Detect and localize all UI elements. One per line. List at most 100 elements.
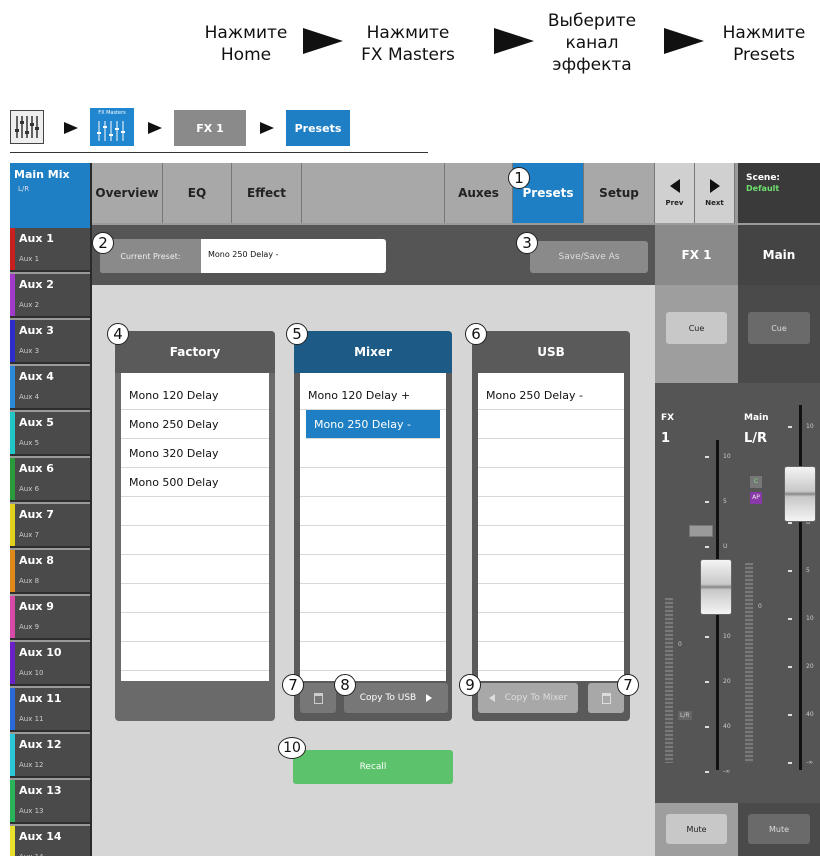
preset-empty-row[interactable] [478,584,624,613]
aux-color-bar [10,550,15,592]
preset-list-item[interactable]: Mono 250 Delay [121,410,269,439]
aux-sub: Aux 10 [19,669,44,677]
scene-label: Scene: [746,173,781,183]
preset-empty-row[interactable] [478,526,624,555]
aux-sub: Aux 2 [19,301,40,309]
main-fader-knob[interactable] [784,466,816,522]
aux-label: Aux 4 [19,370,54,383]
scale-tick [705,636,709,638]
preset-empty-row[interactable] [300,584,446,613]
preset-empty-row[interactable] [121,555,269,584]
factory-panel: Factory Mono 120 Delay Mono 250 Delay Mono… [115,331,275,721]
sidebar-item-aux[interactable]: Aux 10 Aux 10 [10,642,90,686]
preset-empty-row[interactable] [121,613,269,642]
preset-list-item[interactable]: Mono 120 Delay [121,381,269,410]
prev-button[interactable]: Prev [655,163,695,223]
sidebar-item-aux[interactable]: Aux 8 Aux 8 [10,550,90,594]
copy-to-usb-button[interactable]: Copy To USB [344,683,448,713]
preset-empty-row[interactable] [478,613,624,642]
sidebar-item-aux[interactable]: Aux 6 Aux 6 [10,458,90,502]
preset-empty-row[interactable] [478,410,624,439]
fx-name-line2: 1 [661,431,671,446]
preset-empty-row[interactable] [300,555,446,584]
breadcrumb-presets[interactable]: Presets [286,110,350,146]
aux-label: Aux 13 [19,784,62,797]
fx-fader-knob[interactable] [700,559,732,615]
scale-label: 10 [806,615,814,622]
fx-channel-title[interactable]: FX 1 [655,225,738,285]
fx-mute-button[interactable]: Mute [666,814,727,844]
preset-empty-row[interactable] [478,555,624,584]
scale-tick [788,714,792,716]
sidebar-item-aux[interactable]: Aux 13 Aux 13 [10,780,90,824]
aux-sub: Aux 12 [19,761,44,769]
sidebar-item-aux[interactable]: Aux 9 Aux 9 [10,596,90,640]
aux-label: Aux 7 [19,508,54,521]
tab-setup[interactable]: Setup [584,163,655,223]
aux-color-bar [10,412,15,454]
callout-7b: 7 [617,674,639,696]
scale-tick [705,771,709,773]
preset-empty-row[interactable] [300,468,446,497]
breadcrumb-fx-masters[interactable]: FX Masters [90,108,134,146]
main-channel-title[interactable]: Main [738,225,820,285]
tab-effect[interactable]: Effect [232,163,302,223]
preset-empty-row[interactable] [121,497,269,526]
preset-list-item[interactable]: Mono 120 Delay + [300,381,446,410]
recall-button[interactable]: Recall [293,750,453,784]
breadcrumb-fx1[interactable]: FX 1 [174,110,246,146]
main-cue-button[interactable]: Cue [748,312,810,344]
main-mix-sub: L/R [18,185,30,193]
delete-mixer-button[interactable] [300,683,336,713]
preset-empty-row[interactable] [121,584,269,613]
sidebar-item-aux[interactable]: Aux 1 Aux 1 [10,228,90,272]
preset-list-item[interactable]: Mono 250 Delay - [306,410,440,439]
save-button[interactable]: Save/Save As [530,241,648,273]
home-mixer-icon[interactable] [10,110,44,144]
sidebar-item-aux[interactable]: Aux 5 Aux 5 [10,412,90,456]
fx-cue-button[interactable]: Cue [666,312,727,344]
sidebar-item-aux[interactable]: Aux 11 Aux 11 [10,688,90,732]
preset-list-item[interactable]: Mono 320 Delay [121,439,269,468]
sidebar-item-aux[interactable]: Aux 14Aux 14 [10,826,90,856]
preset-list-item[interactable]: Mono 250 Delay - [478,381,624,410]
mixer-screen: Main Mix L/R Aux 1 Aux 1 Aux 2 Aux 2 Aux 3 Au… [10,163,820,856]
preset-list-item[interactable]: Mono 500 Delay [121,468,269,497]
preset-empty-row[interactable] [478,439,624,468]
sidebar-item-aux[interactable]: Aux 3 Aux 3 [10,320,90,364]
aux-sub: Aux 3 [19,347,40,355]
main-mute-button[interactable]: Mute [748,814,810,844]
main-mix-label: Main Mix [14,168,70,181]
next-button[interactable]: Next [695,163,735,223]
preset-empty-row[interactable] [300,642,446,671]
copy-to-mixer-button[interactable]: Copy To Mixer [478,683,578,713]
preset-empty-row[interactable] [478,642,624,671]
breadcrumb-underline [10,152,428,153]
tab-eq[interactable]: EQ [163,163,232,223]
next-label: Next [705,199,724,207]
preset-empty-row[interactable] [300,526,446,555]
callout-2: 2 [92,232,114,254]
preset-empty-row[interactable] [300,439,446,468]
sidebar-item-aux[interactable]: Aux 7 Aux 7 [10,504,90,548]
scene-box[interactable]: Scene: Default [738,163,820,223]
sidebar-item-aux[interactable]: Aux 12 Aux 12 [10,734,90,778]
current-preset-field[interactable]: Current Preset: Mono 250 Delay - [100,239,386,273]
preset-empty-row[interactable] [478,468,624,497]
step-home-line1: Нажмите [204,23,288,43]
sidebar-item-aux[interactable]: Aux 2 Aux 2 [10,274,90,318]
preset-empty-row[interactable] [121,526,269,555]
step-select-line1: Выберите [547,11,637,31]
preset-empty-row[interactable] [478,497,624,526]
breadcrumb-arrow-icon [64,122,78,134]
preset-empty-row[interactable] [300,497,446,526]
tab-auxes[interactable]: Auxes [445,163,513,223]
preset-empty-row[interactable] [300,613,446,642]
sidebar-main-mix[interactable]: Main Mix L/R [10,163,90,228]
preset-empty-row[interactable] [121,642,269,671]
tab-overview[interactable]: Overview [92,163,163,223]
aux-label: Aux 3 [19,324,54,337]
mixer-panel: Mixer Mono 120 Delay + Mono 250 Delay - C… [294,331,452,721]
sidebar-item-aux[interactable]: Aux 4 Aux 4 [10,366,90,410]
current-preset-label: Current Preset: [100,239,201,273]
